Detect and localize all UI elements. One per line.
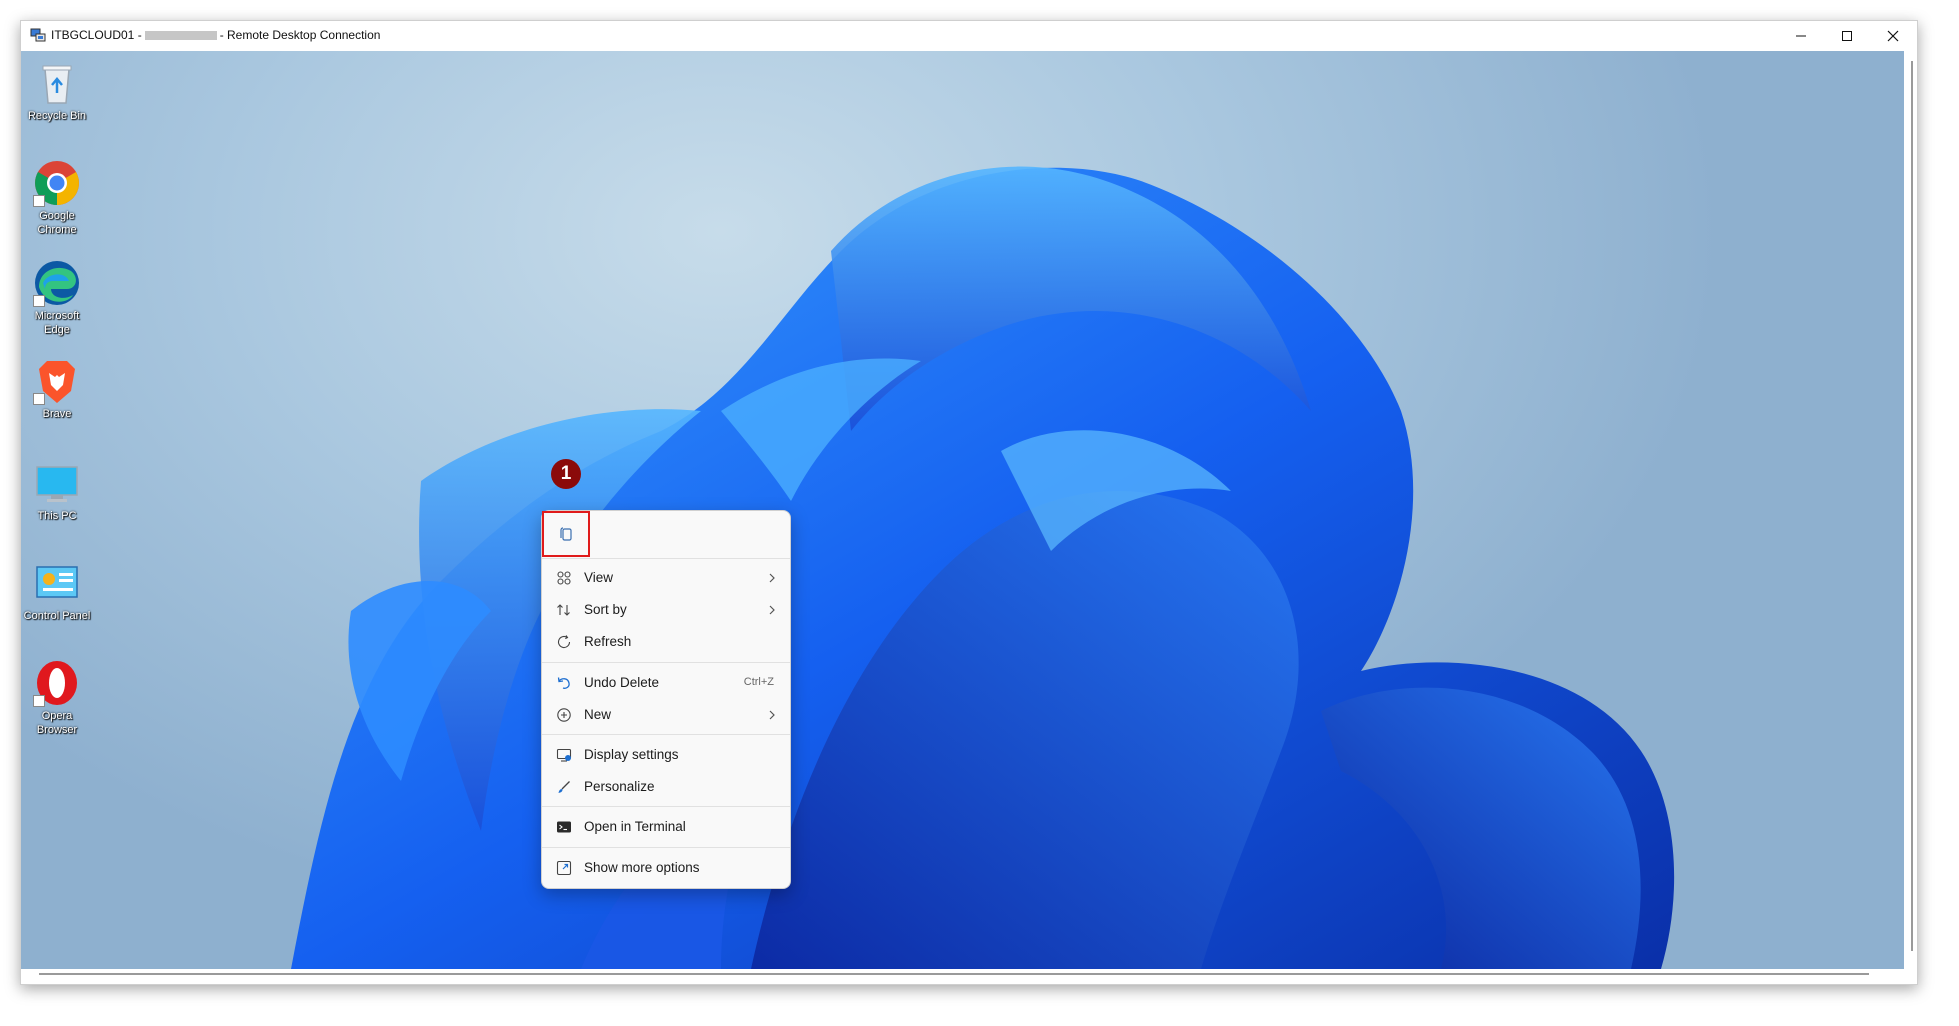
remote-desktop-window: ITBGCLOUD01 - - Remote Desktop Connection [20,20,1918,985]
add-circle-icon [557,708,571,722]
minimize-icon [1796,35,1806,37]
undo-icon [557,677,570,689]
maximize-icon [1842,31,1852,41]
desktop-icon-this-pc[interactable]: This PC [21,459,93,523]
menu-item-label: Personalize [584,779,655,794]
title-bar[interactable]: ITBGCLOUD01 - - Remote Desktop Connection [21,21,1917,51]
shortcut-hint: Ctrl+Z [743,676,774,688]
desktop-icon-label: Microsoft Edge [34,310,80,336]
chevron-right-icon [769,710,775,720]
desktop-icon-label: This PC [37,510,77,522]
step-number-badge: 1 [551,459,581,489]
remote-desktop-area[interactable]: Recycle Bin Google Chrome Microsoft Edge… [21,51,1904,969]
view-grid-icon [557,571,571,585]
menu-item-personalize[interactable]: Personalize [542,772,790,802]
copy-button[interactable] [542,511,590,557]
desktop-icon-label: Recycle Bin [27,110,87,122]
close-button[interactable] [1870,21,1916,51]
expand-icon [556,860,572,876]
menu-item-label: Display settings [584,747,679,762]
desktop-icon-control-panel[interactable]: Control Panel [21,559,93,623]
menu-item-show-more-options[interactable]: Show more options [542,853,790,883]
shortcut-arrow-icon [33,195,45,207]
menu-item-label: New [584,707,612,722]
menu-item-refresh[interactable]: Refresh [542,627,790,657]
menu-item-view[interactable]: View [542,563,790,593]
desktop-icon-label: Brave [42,408,72,420]
menu-item-label: View [584,570,614,585]
menu-item-undo-delete[interactable]: Undo Delete Ctrl+Z [542,668,790,698]
refresh-icon [557,635,571,648]
desktop-icon-recycle-bin[interactable]: Recycle Bin [21,59,93,123]
chevron-right-icon [769,573,775,583]
desktop-icon-edge[interactable]: Microsoft Edge [21,259,93,337]
copy-icon [560,527,572,541]
brush-icon [558,781,570,793]
menu-separator [542,847,790,848]
menu-separator [542,806,790,807]
menu-separator [542,734,790,735]
menu-separator [542,558,790,559]
shortcut-arrow-icon [33,695,45,707]
menu-item-open-in-terminal[interactable]: Open in Terminal [542,812,790,842]
chevron-right-icon [769,605,775,615]
terminal-icon [557,821,571,833]
recycle-bin-icon [42,65,72,104]
vertical-scrollbar[interactable] [1911,61,1913,951]
control-panel-icon [36,566,78,598]
desktop-icon-label: Control Panel [23,610,91,622]
horizontal-scrollbar[interactable] [39,973,1869,975]
menu-item-label: Refresh [584,634,632,649]
title-app: - Remote Desktop Connection [219,28,381,42]
menu-item-new[interactable]: New [542,700,790,730]
title-host: ITBGCLOUD01 - [51,28,142,42]
menu-item-display-settings[interactable]: Display settings [542,740,790,770]
shortcut-arrow-icon [33,295,45,307]
close-icon [1887,30,1899,42]
desktop-icon-brave[interactable]: Brave [21,357,93,421]
menu-item-sort-by[interactable]: Sort by [542,595,790,625]
display-settings-icon [556,748,572,762]
menu-item-label: Open in Terminal [584,819,686,834]
desktop-icon-chrome[interactable]: Google Chrome [21,159,93,237]
redacted-address [144,31,217,41]
menu-item-label: Show more options [584,860,700,875]
maximize-button[interactable] [1824,21,1870,51]
shortcut-arrow-icon [33,393,45,405]
bloom-wallpaper [291,166,1675,969]
desktop-icon-label: Google Chrome [37,210,77,236]
desktop-icon-opera[interactable]: Opera Browser [21,659,93,737]
this-pc-icon [36,466,78,502]
menu-item-label: Sort by [584,602,627,617]
menu-separator [542,662,790,663]
remote-desktop-app-icon [30,28,46,42]
menu-item-label: Undo Delete [584,675,660,690]
desktop-context-menu: View Sort by Refresh Undo Delete Ctrl+Z … [541,510,791,889]
minimize-button[interactable] [1778,21,1824,51]
window-title: ITBGCLOUD01 - - Remote Desktop Connection [51,28,380,42]
sort-icon [557,604,570,616]
desktop-icon-label: Opera Browser [36,710,78,736]
